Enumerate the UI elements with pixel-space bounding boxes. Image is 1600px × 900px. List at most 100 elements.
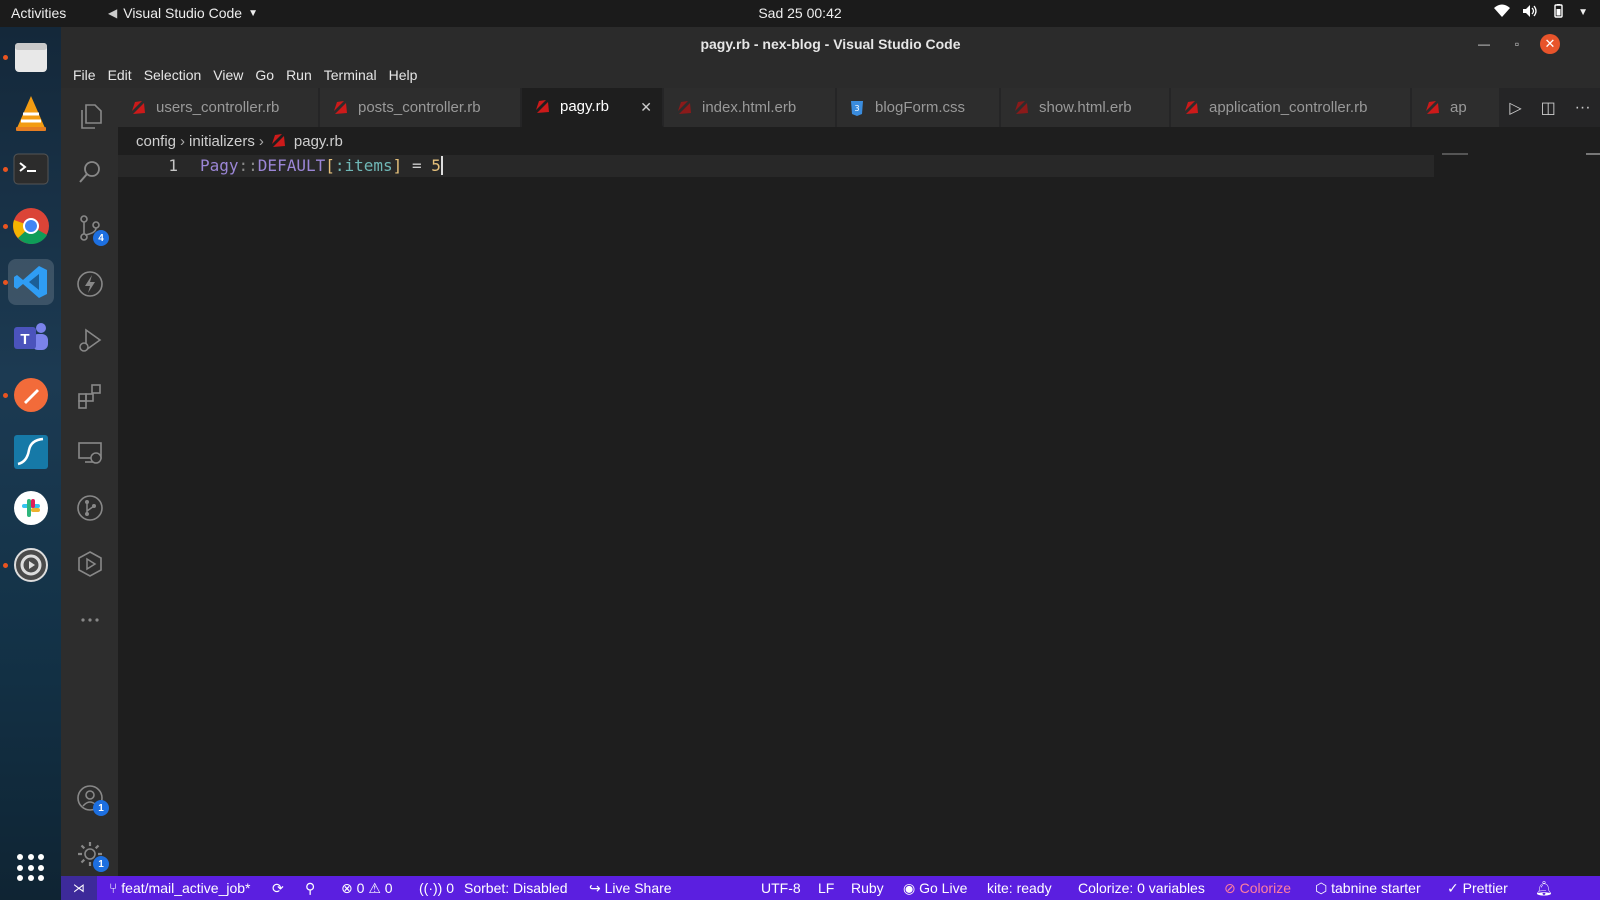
tab-show-erb[interactable]: show.html.erb	[1001, 88, 1170, 127]
colorize-status[interactable]: ⊘ Colorize	[1224, 880, 1291, 897]
encoding-status[interactable]: UTF-8	[761, 880, 801, 896]
extensions-icon[interactable]	[61, 368, 118, 424]
dock: T	[0, 27, 61, 900]
source-control-icon[interactable]: 4	[61, 200, 118, 256]
explorer-icon[interactable]	[61, 88, 118, 144]
code-line[interactable]: Pagy::DEFAULT[:items] = 5	[200, 156, 443, 175]
git-graph-icon[interactable]	[61, 480, 118, 536]
prettier-status[interactable]: ✓ Prettier	[1447, 880, 1508, 897]
live-share-status[interactable]: ↪ Live Share	[589, 880, 672, 897]
wireshark-app-icon[interactable]	[8, 429, 54, 475]
system-top-bar: Activities ◀ Visual Studio Code ▼ Sad 25…	[0, 0, 1600, 27]
disabled-icon: ⊘	[1224, 880, 1240, 896]
css-icon: 3	[851, 100, 863, 116]
remote-explorer-icon[interactable]	[61, 424, 118, 480]
lightning-icon[interactable]	[61, 256, 118, 312]
vlc-app-icon[interactable]	[8, 90, 54, 136]
broadcast-icon: ◉	[903, 880, 920, 896]
sync-icon[interactable]: ⟳	[272, 880, 284, 897]
restore-icon[interactable]: ▫	[1507, 34, 1527, 54]
slack-app-icon[interactable]	[8, 485, 54, 531]
split-editor-icon[interactable]: ◫	[1541, 98, 1556, 118]
close-window-icon[interactable]: ✕	[1540, 34, 1560, 54]
terminal-app-icon[interactable]	[8, 146, 54, 192]
tab-overflow[interactable]: ap	[1412, 88, 1500, 127]
tab-users-controller[interactable]: users_controller.rb	[118, 88, 319, 127]
text-cursor	[440, 156, 443, 175]
ruby-icon	[334, 100, 347, 114]
breadcrumb: config › initializers › pagy.rb	[118, 127, 1600, 155]
menu-selection[interactable]: Selection	[138, 67, 208, 83]
prettier-label: Prettier	[1462, 880, 1508, 896]
language-status[interactable]: Ruby	[851, 880, 884, 896]
tab-label: users_controller.rb	[156, 99, 280, 116]
menu-help[interactable]: Help	[383, 67, 424, 83]
tab-pagy[interactable]: pagy.rb ✕	[522, 88, 663, 127]
notifications-bell-icon[interactable]: 🔔︎	[1535, 880, 1553, 897]
breadcrumb-initializers[interactable]: initializers	[189, 133, 255, 150]
token-operator: ::	[238, 156, 258, 175]
tab-blogform-css[interactable]: 3 blogForm.css	[837, 88, 1000, 127]
run-file-icon[interactable]: ▷	[1509, 98, 1521, 118]
token-bracket: [	[325, 156, 335, 175]
warning-icon: ⚠	[368, 880, 385, 896]
kite-status[interactable]: kite: ready	[987, 880, 1052, 896]
go-live-label: Go Live	[919, 880, 968, 896]
menu-go[interactable]: Go	[249, 67, 280, 83]
token-symbol: :items	[334, 156, 393, 175]
system-tray[interactable]: ▼	[1494, 4, 1588, 21]
show-applications-icon[interactable]	[17, 854, 45, 882]
tab-posts-controller[interactable]: posts_controller.rb	[320, 88, 521, 127]
teams-app-icon[interactable]: T	[8, 315, 54, 361]
check-icon: ✓	[1447, 880, 1463, 896]
postman-app-icon[interactable]	[8, 372, 54, 418]
minimize-icon[interactable]: —	[1474, 34, 1494, 54]
menu-edit[interactable]: Edit	[102, 67, 138, 83]
accounts-icon[interactable]: 1	[61, 770, 118, 826]
wifi-icon	[1494, 4, 1511, 21]
live-share-icon: ↪	[589, 880, 605, 896]
problems-status[interactable]: ⊗ 0 ⚠ 0	[341, 880, 393, 897]
scrollbar[interactable]	[1586, 153, 1600, 155]
tab-index-erb[interactable]: index.html.erb	[664, 88, 836, 127]
branch-status[interactable]: ⑂ feat/mail_active_job*	[109, 880, 250, 896]
code-editor[interactable]: 1 Pagy::DEFAULT[:items] = 5	[118, 153, 1600, 884]
eol-status[interactable]: LF	[818, 880, 834, 896]
tabnine-status[interactable]: ⬡ tabnine starter	[1315, 880, 1421, 897]
battery-icon	[1550, 4, 1566, 21]
menu-view[interactable]: View	[207, 67, 249, 83]
run-debug-icon[interactable]	[61, 312, 118, 368]
line-number: 1	[168, 156, 178, 175]
menu-terminal[interactable]: Terminal	[318, 67, 383, 83]
clock[interactable]: Sad 25 00:42	[0, 5, 1600, 21]
window-titlebar[interactable]: pagy.rb - nex-blog - Visual Studio Code …	[61, 27, 1600, 61]
search-icon[interactable]	[61, 144, 118, 200]
remote-indicator-icon[interactable]: ⋊	[61, 876, 97, 900]
breadcrumb-config[interactable]: config	[136, 133, 176, 150]
files-app-icon[interactable]	[8, 34, 54, 80]
chrome-app-icon[interactable]	[8, 203, 54, 249]
menu-run[interactable]: Run	[280, 67, 318, 83]
more-actions-icon[interactable]: ···	[1575, 99, 1591, 117]
ruby-icon	[536, 99, 549, 113]
menu-file[interactable]: File	[67, 67, 102, 83]
sorbet-status[interactable]: Sorbet: Disabled	[464, 880, 568, 896]
tab-label: index.html.erb	[702, 99, 797, 116]
testing-icon[interactable]	[61, 536, 118, 592]
settings-gear-icon[interactable]: 1	[61, 826, 118, 882]
tab-application-controller[interactable]: application_controller.rb	[1171, 88, 1411, 127]
token-assign: =	[402, 156, 432, 175]
vscode-app-icon[interactable]	[8, 259, 54, 305]
token-constant: Pagy	[200, 156, 239, 175]
ports-status[interactable]: ((·)) 0	[419, 880, 454, 896]
software-settings-app-icon[interactable]	[8, 542, 54, 588]
erb-icon	[678, 100, 691, 114]
go-live-status[interactable]: ◉ Go Live	[903, 880, 967, 897]
settings-badge: 1	[93, 856, 109, 872]
breadcrumb-file[interactable]: pagy.rb	[294, 133, 343, 150]
close-tab-icon[interactable]: ✕	[640, 99, 652, 116]
minimap[interactable]	[1442, 153, 1468, 155]
more-icon[interactable]	[61, 592, 118, 648]
colorize-variables-status[interactable]: Colorize: 0 variables	[1078, 880, 1205, 896]
git-graph-status-icon[interactable]: ⚲	[305, 880, 315, 897]
